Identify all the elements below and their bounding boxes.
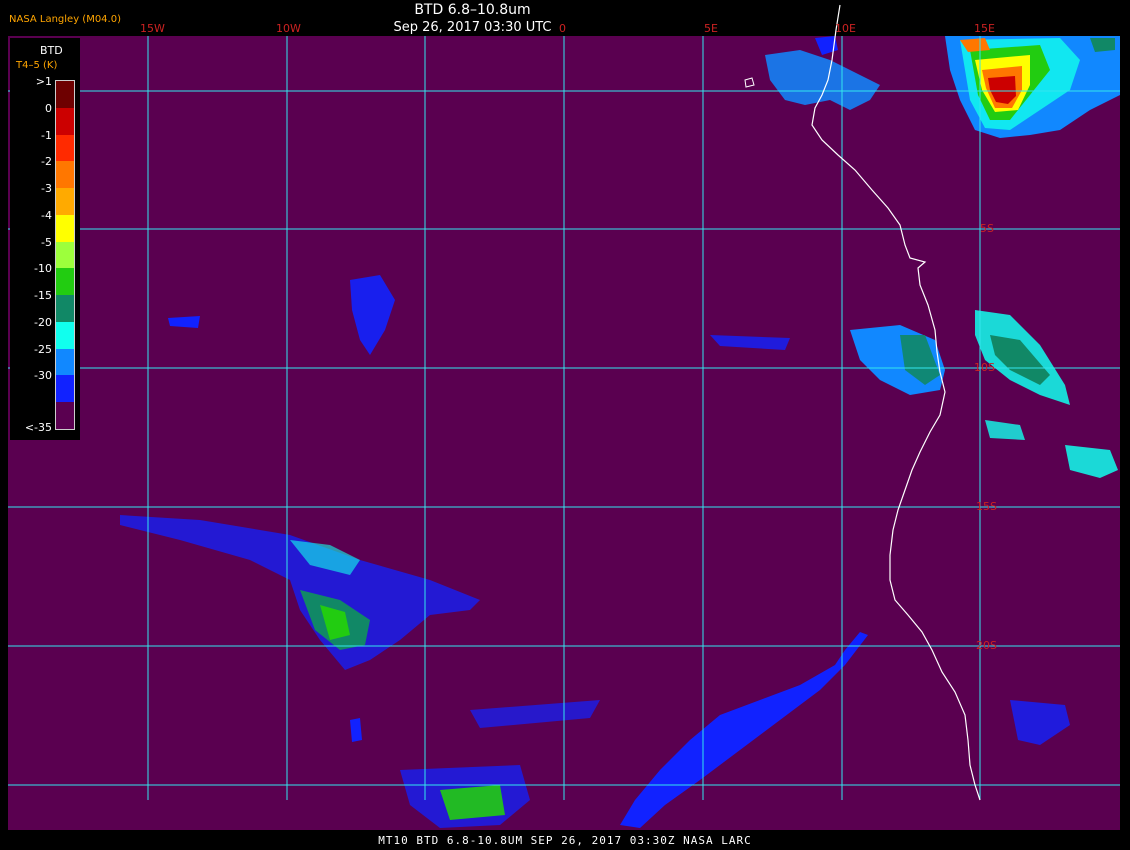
legend-tick-label: <-35 [24, 421, 52, 434]
cloud-south-small [350, 718, 362, 742]
agency-label: NASA Langley (M04.0) [9, 14, 121, 25]
legend-tick-label: -2 [41, 155, 52, 169]
legend-tick-label: 0 [45, 101, 52, 115]
legend-title: BTD [40, 44, 63, 57]
legend-tick-label: -10 [34, 262, 52, 276]
lat-label-10s: 10S [974, 361, 995, 374]
legend-tick-label: >1 [35, 75, 52, 88]
legend-tick-label: -20 [34, 315, 52, 329]
legend-tick-label: -4 [41, 208, 52, 222]
image-title: BTD 6.8–10.8um [414, 2, 531, 18]
legend-tick-label: -3 [41, 182, 52, 196]
legend-bar-frame [55, 80, 75, 430]
legend-tick-label: -5 [41, 235, 52, 249]
legend-tick-label: -25 [34, 342, 52, 356]
color-legend: BTD T4–5 (K) >1 0 -1 -2 -3 -4 -5 -10 -15 -20 -25 -3… [10, 38, 80, 440]
footer-caption: MT10 BTD 6.8-10.8UM SEP 26, 2017 03:30Z … [378, 834, 752, 847]
legend-subtitle: T4–5 (K) [16, 60, 58, 71]
legend-tick-label: -30 [34, 369, 52, 383]
image-timestamp: Sep 26, 2017 03:30 UTC [393, 20, 552, 35]
legend-tick-label: -15 [34, 289, 52, 303]
lat-label-20s: 20S [976, 639, 997, 652]
lon-label-15e: 15E [974, 22, 995, 35]
satellite-map [8, 4, 1120, 830]
lat-label-15s: 15S [976, 500, 997, 513]
legend-tick-label: -1 [41, 128, 52, 142]
lat-label-5s: 5S [980, 222, 994, 235]
